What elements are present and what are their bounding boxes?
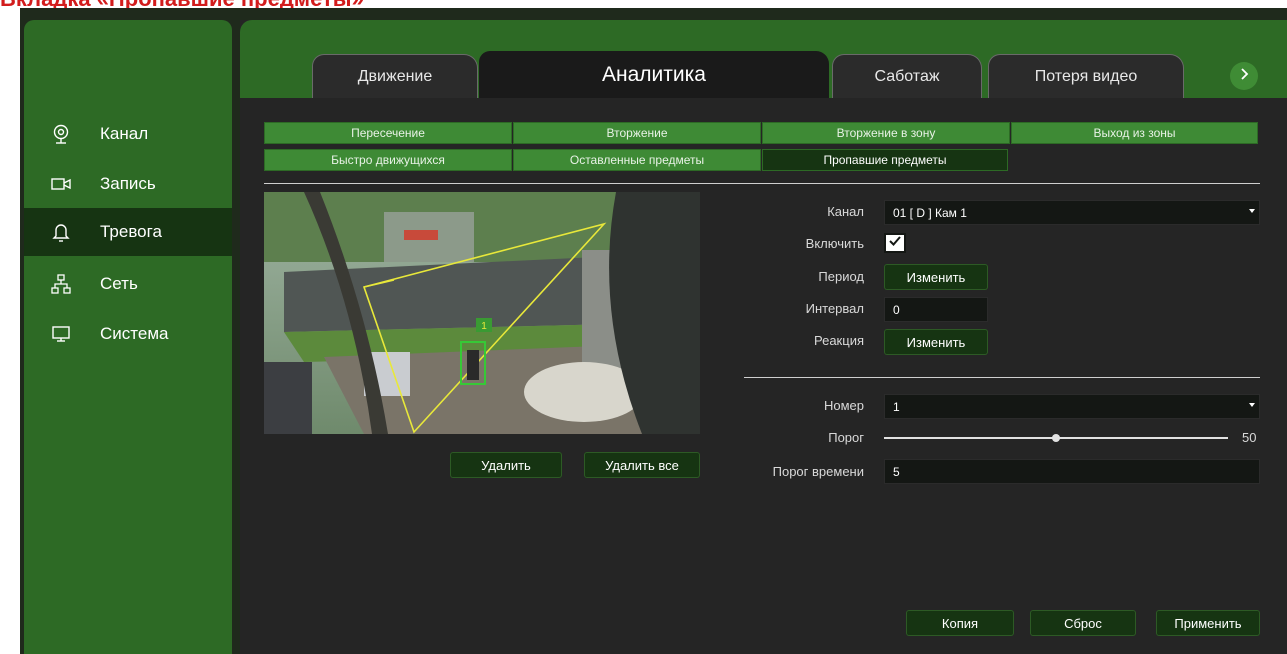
delete-all-button[interactable]: Удалить все	[584, 452, 700, 478]
sidebar-item-label: Система	[100, 324, 169, 343]
number-label: Номер	[823, 398, 864, 413]
camera-lens-icon	[50, 123, 72, 145]
chevron-down-icon	[1249, 403, 1255, 407]
period-label: Период	[818, 269, 864, 284]
sidebar-item-label: Запись	[100, 174, 156, 193]
reaction-edit-button[interactable]: Изменить	[884, 329, 988, 355]
camera-preview[interactable]: 1	[264, 192, 700, 434]
sidebar-item-label: Сеть	[100, 274, 138, 293]
divider	[264, 183, 1260, 184]
time-threshold-value: 5	[893, 464, 900, 479]
number-value: 1	[893, 399, 900, 414]
chevron-right-icon	[1239, 67, 1249, 85]
bell-icon	[50, 221, 72, 243]
threshold-slider-thumb[interactable]	[1052, 434, 1060, 442]
sidebar-item-system[interactable]: Система	[24, 310, 232, 358]
tab-sabotage[interactable]: Саботаж	[832, 54, 982, 98]
sidebar: Канал Запись Тревога Сеть Система	[24, 20, 232, 654]
checkmark-icon	[888, 234, 902, 252]
reaction-label: Реакция	[814, 333, 864, 348]
zone-number-label: 1	[481, 321, 487, 332]
sidebar-item-label: Тревога	[100, 222, 162, 241]
chevron-down-icon	[1249, 209, 1255, 213]
period-edit-button[interactable]: Изменить	[884, 264, 988, 290]
subtab-abandoned-objects[interactable]: Оставленные предметы	[513, 149, 761, 171]
copy-button[interactable]: Копия	[906, 610, 1014, 636]
next-tab-button[interactable]	[1230, 62, 1258, 90]
threshold-value: 50	[1242, 430, 1257, 445]
subtab-fast-moving[interactable]: Быстро движущихся	[264, 149, 512, 171]
enable-checkbox[interactable]	[884, 233, 906, 253]
monitor-icon	[50, 323, 72, 345]
subtab-zone-exit[interactable]: Выход из зоны	[1011, 122, 1258, 144]
interval-label: Интервал	[805, 301, 864, 316]
main-panel: Движение Аналитика Саботаж Потеря видео …	[240, 20, 1287, 654]
sidebar-item-channel[interactable]: Канал	[24, 110, 232, 158]
tab-analytics[interactable]: Аналитика	[478, 50, 830, 98]
sidebar-item-record[interactable]: Запись	[24, 160, 232, 208]
subtab-crossing[interactable]: Пересечение	[264, 122, 512, 144]
sidebar-item-alarm[interactable]: Тревога	[24, 208, 232, 256]
subtab-missing-objects[interactable]: Пропавшие предметы	[762, 149, 1008, 171]
interval-input[interactable]: 0	[884, 297, 988, 322]
delete-button[interactable]: Удалить	[450, 452, 562, 478]
subtab-zone-intrusion[interactable]: Вторжение в зону	[762, 122, 1010, 144]
time-threshold-input[interactable]: 5	[884, 459, 1260, 484]
threshold-label: Порог	[828, 430, 864, 445]
channel-value: 01 [ D ] Кам 1	[893, 205, 967, 220]
time-threshold-label: Порог времени	[772, 464, 864, 479]
page-heading: Вкладка «Пропавшие предметы»	[0, 0, 364, 11]
network-icon	[50, 273, 72, 295]
subtab-intrusion[interactable]: Вторжение	[513, 122, 761, 144]
interval-value: 0	[893, 302, 900, 317]
reset-button[interactable]: Сброс	[1030, 610, 1136, 636]
channel-label: Канал	[827, 204, 864, 219]
divider	[744, 377, 1260, 378]
apply-button[interactable]: Применить	[1156, 610, 1260, 636]
tab-video-loss[interactable]: Потеря видео	[988, 54, 1184, 98]
number-select[interactable]: 1	[884, 394, 1260, 419]
video-camera-icon	[50, 173, 72, 195]
enable-label: Включить	[805, 236, 864, 251]
channel-select[interactable]: 01 [ D ] Кам 1	[884, 200, 1260, 225]
tab-motion[interactable]: Движение	[312, 54, 478, 98]
sidebar-item-label: Канал	[100, 124, 149, 143]
sidebar-item-network[interactable]: Сеть	[24, 260, 232, 308]
tab-bar: Движение Аналитика Саботаж Потеря видео	[240, 20, 1287, 98]
